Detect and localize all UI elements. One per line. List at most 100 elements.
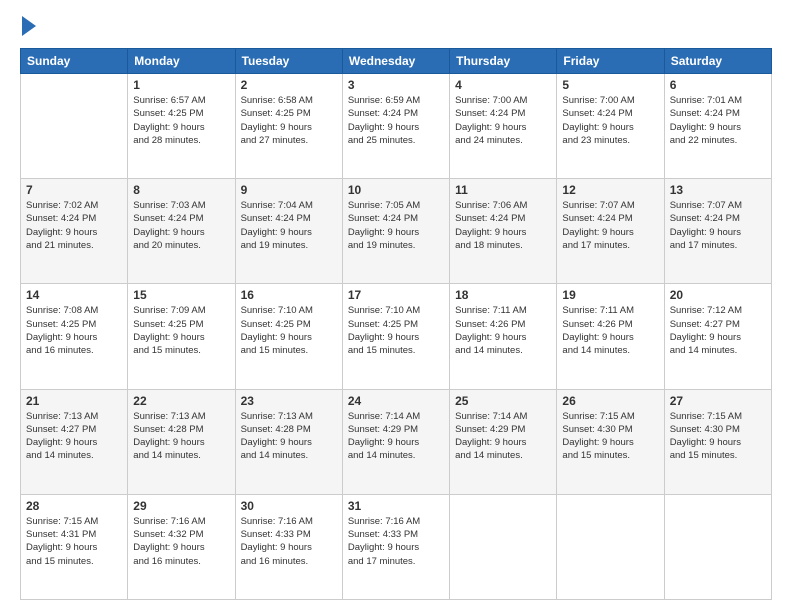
day-info: Sunrise: 7:07 AMSunset: 4:24 PMDaylight:… <box>670 199 766 252</box>
day-info: Sunrise: 7:14 AMSunset: 4:29 PMDaylight:… <box>455 410 551 463</box>
calendar-cell: 9Sunrise: 7:04 AMSunset: 4:24 PMDaylight… <box>235 179 342 284</box>
day-info: Sunrise: 7:03 AMSunset: 4:24 PMDaylight:… <box>133 199 229 252</box>
header <box>20 16 772 36</box>
calendar-cell: 2Sunrise: 6:58 AMSunset: 4:25 PMDaylight… <box>235 74 342 179</box>
day-info: Sunrise: 7:09 AMSunset: 4:25 PMDaylight:… <box>133 304 229 357</box>
calendar-week-3: 21 Sunrise: 7:13 AMSunset: 4:27 PMDayligh… <box>21 389 772 494</box>
calendar-cell: 7 Sunrise: 7:02 AMSunset: 4:24 PMDaylight… <box>21 179 128 284</box>
weekday-header-sunday: Sunday <box>21 49 128 74</box>
day-info: Sunrise: 7:10 AMSunset: 4:25 PMDaylight:… <box>348 304 444 357</box>
day-number: 11 <box>455 183 551 197</box>
calendar-cell: 1Sunrise: 6:57 AMSunset: 4:25 PMDaylight… <box>128 74 235 179</box>
day-number: 17 <box>348 288 444 302</box>
calendar-week-1: 7 Sunrise: 7:02 AMSunset: 4:24 PMDaylight… <box>21 179 772 284</box>
calendar-cell: 8 Sunrise: 7:03 AMSunset: 4:24 PMDaylight… <box>128 179 235 284</box>
calendar-cell: 28 Sunrise: 7:15 AMSunset: 4:31 PMDayligh… <box>21 494 128 599</box>
calendar-cell: 3Sunrise: 6:59 AMSunset: 4:24 PMDaylight… <box>342 74 449 179</box>
calendar-cell: 22 Sunrise: 7:13 AMSunset: 4:28 PMDayligh… <box>128 389 235 494</box>
day-info: Sunrise: 7:15 AMSunset: 4:31 PMDaylight:… <box>26 515 122 568</box>
calendar-cell: 6 Sunrise: 7:01 AMSunset: 4:24 PMDaylight… <box>664 74 771 179</box>
day-info: Sunrise: 7:13 AMSunset: 4:28 PMDaylight:… <box>133 410 229 463</box>
day-number: 4 <box>455 78 551 92</box>
day-info: Sunrise: 7:16 AMSunset: 4:32 PMDaylight:… <box>133 515 229 568</box>
calendar-week-0: 1Sunrise: 6:57 AMSunset: 4:25 PMDaylight… <box>21 74 772 179</box>
day-number: 19 <box>562 288 658 302</box>
day-info: Sunrise: 7:02 AMSunset: 4:24 PMDaylight:… <box>26 199 122 252</box>
calendar-cell: 20Sunrise: 7:12 AMSunset: 4:27 PMDayligh… <box>664 284 771 389</box>
day-number: 24 <box>348 394 444 408</box>
day-number: 6 <box>670 78 766 92</box>
calendar-cell: 4 Sunrise: 7:00 AMSunset: 4:24 PMDaylight… <box>450 74 557 179</box>
day-info: Sunrise: 7:08 AMSunset: 4:25 PMDaylight:… <box>26 304 122 357</box>
day-number: 18 <box>455 288 551 302</box>
calendar-cell: 17 Sunrise: 7:10 AMSunset: 4:25 PMDayligh… <box>342 284 449 389</box>
day-info: Sunrise: 7:16 AMSunset: 4:33 PMDaylight:… <box>348 515 444 568</box>
day-info: Sunrise: 7:00 AMSunset: 4:24 PMDaylight:… <box>455 94 551 147</box>
weekday-header-thursday: Thursday <box>450 49 557 74</box>
calendar-table: SundayMondayTuesdayWednesdayThursdayFrid… <box>20 48 772 600</box>
logo-arrow-icon <box>22 16 36 36</box>
calendar-cell: 31Sunrise: 7:16 AMSunset: 4:33 PMDayligh… <box>342 494 449 599</box>
calendar-cell: 29 Sunrise: 7:16 AMSunset: 4:32 PMDayligh… <box>128 494 235 599</box>
calendar-cell: 13 Sunrise: 7:07 AMSunset: 4:24 PMDayligh… <box>664 179 771 284</box>
calendar-cell: 14 Sunrise: 7:08 AMSunset: 4:25 PMDayligh… <box>21 284 128 389</box>
day-number: 22 <box>133 394 229 408</box>
calendar-cell: 30 Sunrise: 7:16 AMSunset: 4:33 PMDayligh… <box>235 494 342 599</box>
day-number: 26 <box>562 394 658 408</box>
day-number: 10 <box>348 183 444 197</box>
calendar-cell: 26 Sunrise: 7:15 AMSunset: 4:30 PMDayligh… <box>557 389 664 494</box>
logo-blue-container <box>20 16 36 36</box>
calendar-week-2: 14 Sunrise: 7:08 AMSunset: 4:25 PMDayligh… <box>21 284 772 389</box>
calendar-cell: 24 Sunrise: 7:14 AMSunset: 4:29 PMDayligh… <box>342 389 449 494</box>
page: SundayMondayTuesdayWednesdayThursdayFrid… <box>0 0 792 612</box>
day-number: 27 <box>670 394 766 408</box>
calendar-cell: 21 Sunrise: 7:13 AMSunset: 4:27 PMDayligh… <box>21 389 128 494</box>
day-info: Sunrise: 7:13 AMSunset: 4:28 PMDaylight:… <box>241 410 337 463</box>
day-number: 8 <box>133 183 229 197</box>
day-number: 23 <box>241 394 337 408</box>
calendar-cell: 10 Sunrise: 7:05 AMSunset: 4:24 PMDayligh… <box>342 179 449 284</box>
day-number: 20 <box>670 288 766 302</box>
day-number: 2 <box>241 78 337 92</box>
calendar-cell: 12Sunrise: 7:07 AMSunset: 4:24 PMDayligh… <box>557 179 664 284</box>
weekday-header-saturday: Saturday <box>664 49 771 74</box>
day-info: Sunrise: 7:06 AMSunset: 4:24 PMDaylight:… <box>455 199 551 252</box>
day-number: 7 <box>26 183 122 197</box>
calendar-cell: 25 Sunrise: 7:14 AMSunset: 4:29 PMDayligh… <box>450 389 557 494</box>
day-info: Sunrise: 7:11 AMSunset: 4:26 PMDaylight:… <box>455 304 551 357</box>
day-number: 21 <box>26 394 122 408</box>
day-number: 13 <box>670 183 766 197</box>
day-info: Sunrise: 7:00 AMSunset: 4:24 PMDaylight:… <box>562 94 658 147</box>
calendar-cell <box>557 494 664 599</box>
weekday-header-monday: Monday <box>128 49 235 74</box>
calendar-cell: 27Sunrise: 7:15 AMSunset: 4:30 PMDayligh… <box>664 389 771 494</box>
day-info: Sunrise: 7:13 AMSunset: 4:27 PMDaylight:… <box>26 410 122 463</box>
day-number: 16 <box>241 288 337 302</box>
day-number: 14 <box>26 288 122 302</box>
calendar-cell: 11 Sunrise: 7:06 AMSunset: 4:24 PMDayligh… <box>450 179 557 284</box>
day-number: 25 <box>455 394 551 408</box>
day-number: 30 <box>241 499 337 513</box>
calendar-cell: 19 Sunrise: 7:11 AMSunset: 4:26 PMDayligh… <box>557 284 664 389</box>
day-info: Sunrise: 7:16 AMSunset: 4:33 PMDaylight:… <box>241 515 337 568</box>
day-number: 29 <box>133 499 229 513</box>
day-info: Sunrise: 7:05 AMSunset: 4:24 PMDaylight:… <box>348 199 444 252</box>
day-number: 28 <box>26 499 122 513</box>
weekday-header-row: SundayMondayTuesdayWednesdayThursdayFrid… <box>21 49 772 74</box>
logo <box>20 16 36 36</box>
day-info: Sunrise: 7:01 AMSunset: 4:24 PMDaylight:… <box>670 94 766 147</box>
calendar-cell: 18 Sunrise: 7:11 AMSunset: 4:26 PMDayligh… <box>450 284 557 389</box>
day-info: Sunrise: 7:07 AMSunset: 4:24 PMDaylight:… <box>562 199 658 252</box>
day-info: Sunrise: 7:10 AMSunset: 4:25 PMDaylight:… <box>241 304 337 357</box>
weekday-header-friday: Friday <box>557 49 664 74</box>
day-info: Sunrise: 7:15 AMSunset: 4:30 PMDaylight:… <box>562 410 658 463</box>
weekday-header-wednesday: Wednesday <box>342 49 449 74</box>
day-number: 1 <box>133 78 229 92</box>
day-info: Sunrise: 7:14 AMSunset: 4:29 PMDaylight:… <box>348 410 444 463</box>
calendar-cell: 23 Sunrise: 7:13 AMSunset: 4:28 PMDayligh… <box>235 389 342 494</box>
calendar-cell <box>21 74 128 179</box>
day-info: Sunrise: 7:11 AMSunset: 4:26 PMDaylight:… <box>562 304 658 357</box>
weekday-header-tuesday: Tuesday <box>235 49 342 74</box>
day-info: Sunrise: 7:04 AMSunset: 4:24 PMDaylight:… <box>241 199 337 252</box>
calendar-cell: 16 Sunrise: 7:10 AMSunset: 4:25 PMDayligh… <box>235 284 342 389</box>
